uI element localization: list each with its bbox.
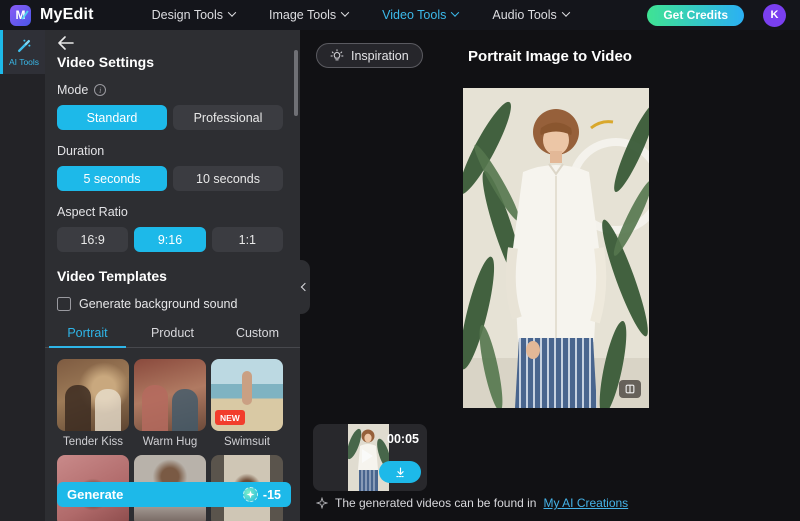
template-labels-row: Tender Kiss Warm Hug Swimsuit — [57, 431, 283, 449]
chevron-down-icon — [340, 7, 350, 17]
aspect-ratio-options: 16:9 9:16 1:1 — [57, 227, 283, 252]
left-rail: AI Tools — [0, 30, 45, 521]
portrait-preview-image — [459, 88, 664, 415]
mode-option-standard[interactable]: Standard — [57, 105, 167, 130]
video-templates-title: Video Templates — [57, 268, 167, 284]
footnote-text: The generated videos can be found in — [335, 496, 537, 510]
duration-label: Duration — [57, 144, 105, 158]
sparkle-icon — [316, 497, 328, 509]
video-duration: 00:05 — [387, 432, 419, 446]
chevron-down-icon — [561, 7, 571, 17]
generated-video-card[interactable]: 00:05 — [313, 424, 427, 491]
sidebar-item-ai-tools[interactable]: AI Tools — [0, 30, 45, 74]
mode-option-professional[interactable]: Professional — [173, 105, 283, 130]
tab-product[interactable]: Product — [130, 321, 215, 347]
template-thumb-swimsuit[interactable]: NEW — [211, 359, 283, 431]
compare-icon — [625, 384, 635, 394]
logo-letter: M — [15, 8, 26, 22]
nav-item-label: Design Tools — [151, 8, 223, 22]
play-icon[interactable] — [362, 449, 373, 463]
portrait-photo — [459, 88, 664, 415]
background-sound-label: Generate background sound — [79, 296, 238, 311]
duration-option-10s[interactable]: 10 seconds — [173, 166, 283, 191]
background-sound-checkbox[interactable] — [57, 296, 71, 311]
sidebar-item-label: AI Tools — [8, 56, 40, 67]
info-icon[interactable]: i — [94, 84, 107, 96]
main-area: Inspiration Portrait Image to Video 00:0… — [300, 30, 800, 521]
inspiration-button[interactable]: Inspiration — [316, 43, 423, 68]
nav-item-audio-tools[interactable]: Audio Tools — [492, 7, 571, 22]
brand-name[interactable]: MyEdit — [40, 6, 94, 24]
duration-options: 5 seconds 10 seconds — [57, 166, 283, 191]
chevron-left-icon — [300, 282, 310, 292]
ratio-option-16-9[interactable]: 16:9 — [57, 227, 129, 252]
nav-item-label: Audio Tools — [492, 8, 557, 22]
template-label: Warm Hug — [142, 436, 198, 448]
myedit-app: M MyEdit Design Tools Image Tools Video … — [0, 0, 800, 521]
background-sound-row: Generate background sound — [57, 296, 283, 311]
nav-item-label: Image Tools — [269, 8, 337, 22]
nav-item-label: Video Tools — [382, 8, 447, 22]
user-avatar[interactable]: K — [763, 3, 786, 27]
get-credits-button[interactable]: Get Credits — [647, 4, 744, 26]
generate-label: Generate — [67, 487, 124, 502]
chevron-down-icon — [227, 7, 237, 17]
panel-title: Video Settings — [57, 54, 154, 70]
template-label: Swimsuit — [223, 436, 270, 448]
nav-item-design-tools[interactable]: Design Tools — [151, 7, 237, 22]
mode-options: Standard Professional — [57, 105, 283, 130]
template-tabs: Portrait Product Custom — [45, 321, 300, 348]
duration-option-5s[interactable]: 5 seconds — [57, 166, 167, 191]
ratio-option-1-1[interactable]: 1:1 — [211, 227, 283, 252]
panel-collapse-handle[interactable] — [298, 260, 310, 314]
template-thumb-warm-hug[interactable] — [134, 359, 206, 431]
back-arrow-icon[interactable] — [57, 36, 75, 50]
lightbulb-icon — [330, 48, 344, 60]
mode-label: Mode — [57, 83, 89, 97]
magic-wand-icon — [18, 39, 31, 52]
expand-image-button[interactable] — [619, 380, 641, 398]
ratio-option-9-16[interactable]: 9:16 — [134, 227, 206, 252]
mode-label-row: Mode i — [57, 83, 283, 97]
tab-portrait[interactable]: Portrait — [45, 321, 130, 348]
top-nav: M MyEdit Design Tools Image Tools Video … — [0, 0, 800, 30]
download-button[interactable] — [379, 461, 421, 483]
footnote: The generated videos can be found in My … — [316, 496, 628, 510]
my-ai-creations-link[interactable]: My AI Creations — [543, 496, 628, 510]
panel-scrollbar[interactable] — [294, 50, 298, 116]
template-grid-row1: NEW — [57, 359, 283, 431]
new-badge: NEW — [215, 410, 245, 425]
generate-button[interactable]: Generate -15 — [57, 482, 291, 507]
tab-custom[interactable]: Custom — [215, 321, 300, 347]
aspect-ratio-label: Aspect Ratio — [57, 205, 128, 219]
chevron-down-icon — [451, 7, 460, 17]
generate-cost: -15 — [262, 487, 281, 502]
nav-menu: Design Tools Image Tools Video Tools Aud… — [151, 7, 571, 22]
video-settings-panel: Video Settings Mode i Standard Professio… — [45, 30, 310, 521]
template-label: Tender Kiss — [62, 436, 124, 448]
credit-coin-icon — [242, 487, 258, 502]
inspiration-label: Inspiration — [351, 48, 409, 63]
nav-item-image-tools[interactable]: Image Tools — [269, 7, 350, 22]
nav-item-video-tools[interactable]: Video Tools — [382, 7, 460, 22]
download-icon — [395, 466, 405, 477]
myedit-logo-icon[interactable]: M — [10, 4, 31, 26]
template-thumb-tender-kiss[interactable] — [57, 359, 129, 431]
